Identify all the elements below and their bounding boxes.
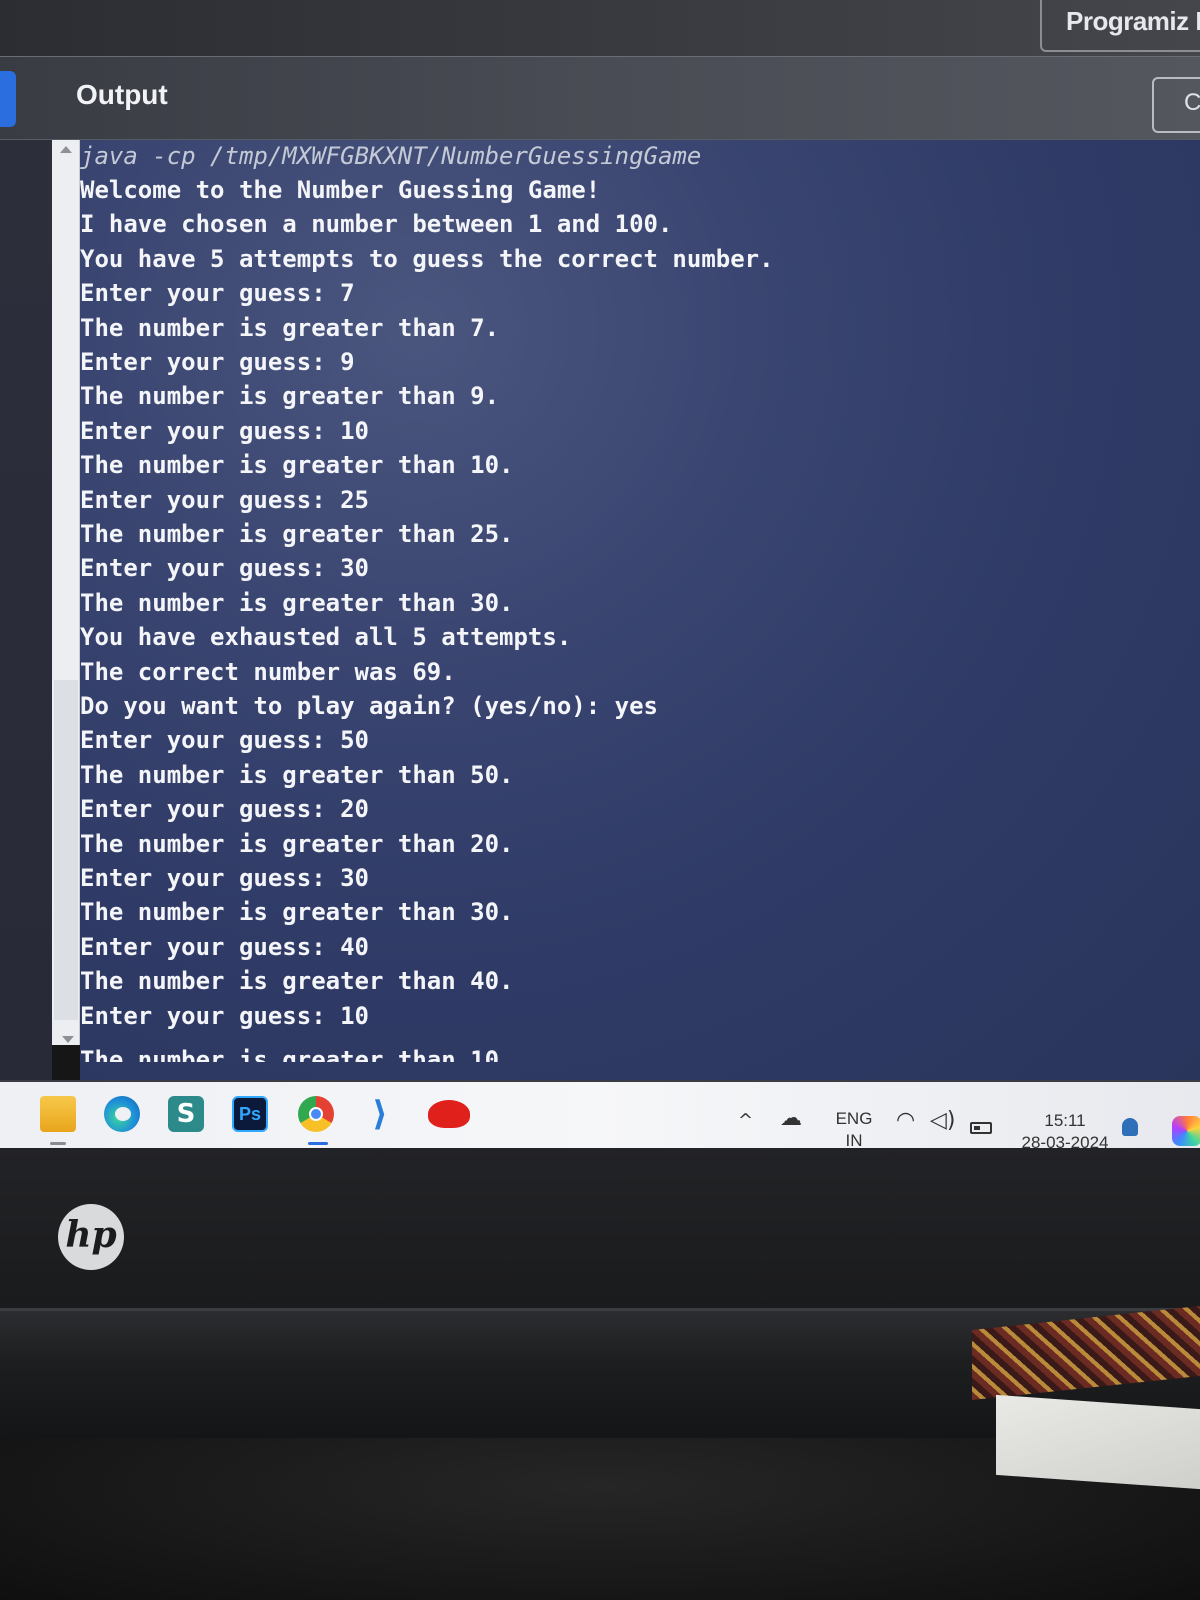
clear-button[interactable]: C: [1152, 77, 1200, 133]
photoshop-icon[interactable]: Ps: [232, 1096, 268, 1132]
console-line: The number is greater than 30.: [80, 898, 514, 927]
wifi-icon[interactable]: ◠: [896, 1108, 915, 1133]
console-line: The number is greater than 25.: [80, 520, 514, 548]
console-line: Enter your guess: 10: [80, 1001, 369, 1030]
running-indicator: [50, 1142, 66, 1145]
edge-icon[interactable]: [104, 1096, 140, 1132]
output-title: Output: [76, 79, 168, 110]
console-line: Enter your guess: 25: [80, 485, 369, 514]
scribd-icon[interactable]: S: [168, 1096, 204, 1132]
background-paper: [996, 1394, 1200, 1490]
console-line: Enter your guess: 20: [80, 795, 369, 824]
console-line: The number is greater than 20.: [80, 829, 514, 858]
console-line: Do you want to play again? (yes/no): yes: [80, 692, 658, 720]
console-line: Enter your guess: 30: [80, 554, 369, 583]
panel-tab-indicator[interactable]: [0, 71, 16, 127]
show-hidden-icons-chevron-icon[interactable]: ^: [738, 1110, 753, 1131]
console-line: The number is greater than 30.: [80, 588, 514, 617]
laptop-bezel: [0, 1148, 1200, 1308]
console-line: The correct number was 69.: [80, 657, 456, 686]
active-indicator: [308, 1142, 328, 1145]
console-output[interactable]: java -cp /tmp/MXWFGBKXNT/NumberGuessingG…: [80, 140, 1200, 1080]
console-line: Enter your guess: 50: [80, 726, 369, 755]
scrollbar-thumb[interactable]: [54, 680, 78, 1020]
file-explorer-icon[interactable]: [40, 1096, 76, 1132]
console-line: You have 5 attempts to guess the correct…: [80, 244, 774, 273]
console-line-partial: The number is greater than 10: [80, 1046, 500, 1062]
hp-logo: hp: [58, 1204, 124, 1270]
onedrive-offline-icon[interactable]: ☁: [780, 1106, 802, 1131]
console-line: I have chosen a number between 1 and 100…: [80, 210, 673, 239]
console-line: The number is greater than 50.: [80, 760, 514, 789]
battery-icon[interactable]: [970, 1122, 992, 1134]
console-line: The number is greater than 10.: [80, 451, 514, 480]
browser-top-bar: [0, 0, 1200, 56]
console-line: Enter your guess: 9: [80, 348, 355, 376]
notification-bell-icon[interactable]: [1122, 1118, 1138, 1136]
console-line: Enter your guess: 10: [80, 416, 369, 445]
output-panel-header: Output C: [0, 56, 1200, 140]
language-code: ENG: [835, 1109, 873, 1128]
volume-icon[interactable]: ◁): [930, 1108, 956, 1133]
console-line: You have exhausted all 5 attempts.: [80, 623, 572, 652]
console-line: Welcome to the Number Guessing Game!: [80, 176, 601, 204]
editor-left-gutter: [0, 140, 52, 1080]
input-language-indicator[interactable]: ENG IN: [834, 1108, 874, 1152]
programiz-brand-label: Programiz P: [1066, 6, 1200, 36]
console-line: Enter your guess: 40: [80, 932, 369, 961]
copilot-icon[interactable]: [1172, 1116, 1200, 1146]
console-line: The number is greater than 9.: [80, 382, 500, 411]
console-line: The number is greater than 40.: [80, 967, 514, 996]
console-line: Enter your guess: 30: [80, 864, 369, 892]
clock-time: 15:11: [1044, 1111, 1086, 1130]
scroll-up-arrow-icon[interactable]: [60, 146, 72, 153]
chrome-icon[interactable]: [298, 1096, 334, 1132]
console-line: Enter your guess: 7: [80, 279, 355, 308]
redhat-icon[interactable]: [428, 1100, 470, 1128]
vscode-icon[interactable]: ⟩: [362, 1096, 398, 1132]
console-line: The number is greater than 7.: [80, 313, 500, 342]
console-command: java -cp /tmp/MXWFGBKXNT/NumberGuessingG…: [80, 142, 702, 170]
scroll-down-arrow-icon[interactable]: [62, 1036, 74, 1043]
